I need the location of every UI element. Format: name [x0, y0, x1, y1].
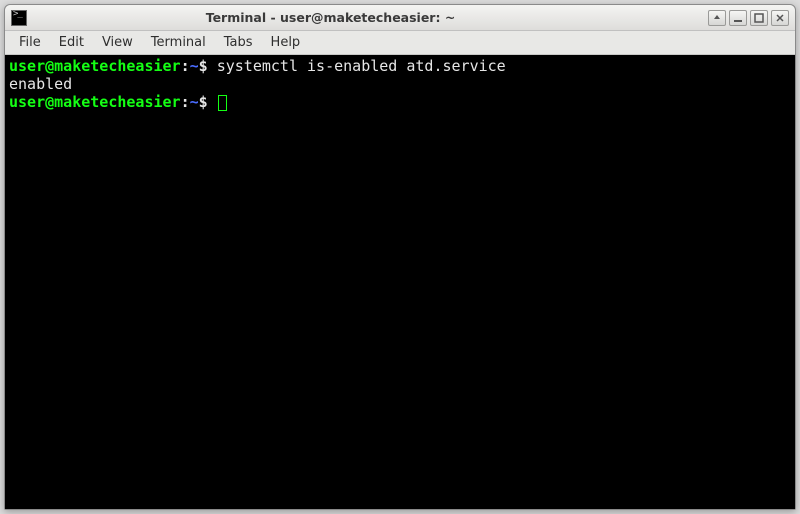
menubar: File Edit View Terminal Tabs Help	[5, 31, 795, 55]
terminal-line: user@maketecheasier:~$	[9, 93, 227, 111]
maximize-button[interactable]	[750, 10, 768, 26]
output-text: enabled	[9, 75, 72, 93]
window-up-button[interactable]	[708, 10, 726, 26]
prompt-user: user@maketecheasier	[9, 57, 181, 75]
menu-tabs[interactable]: Tabs	[216, 33, 261, 52]
prompt-path: ~	[190, 57, 199, 75]
cursor	[218, 95, 227, 111]
minimize-icon	[733, 8, 743, 27]
menu-view[interactable]: View	[94, 33, 141, 52]
close-button[interactable]	[771, 10, 789, 26]
terminal-line: enabled	[9, 75, 72, 93]
terminal-window: Terminal - user@maketecheasier: ~	[4, 4, 796, 510]
window-controls	[708, 10, 789, 26]
prompt-dollar: $	[199, 57, 217, 75]
menu-help[interactable]: Help	[263, 33, 309, 52]
maximize-icon	[754, 8, 764, 27]
prompt-sep: :	[181, 57, 190, 75]
close-icon	[775, 8, 785, 27]
prompt-path: ~	[190, 93, 199, 111]
prompt-sep: :	[181, 93, 190, 111]
titlebar[interactable]: Terminal - user@maketecheasier: ~	[5, 5, 795, 31]
prompt-dollar: $	[199, 93, 217, 111]
arrow-up-icon	[712, 8, 722, 27]
menu-terminal[interactable]: Terminal	[143, 33, 214, 52]
window-title: Terminal - user@maketecheasier: ~	[0, 10, 708, 25]
menu-file[interactable]: File	[11, 33, 49, 52]
minimize-button[interactable]	[729, 10, 747, 26]
terminal-app-icon	[11, 10, 27, 26]
menu-edit[interactable]: Edit	[51, 33, 92, 52]
terminal-body[interactable]: user@maketecheasier:~$ systemctl is-enab…	[5, 55, 795, 509]
terminal-line: user@maketecheasier:~$ systemctl is-enab…	[9, 57, 506, 75]
command-text: systemctl is-enabled atd.service	[217, 57, 506, 75]
prompt-user: user@maketecheasier	[9, 93, 181, 111]
